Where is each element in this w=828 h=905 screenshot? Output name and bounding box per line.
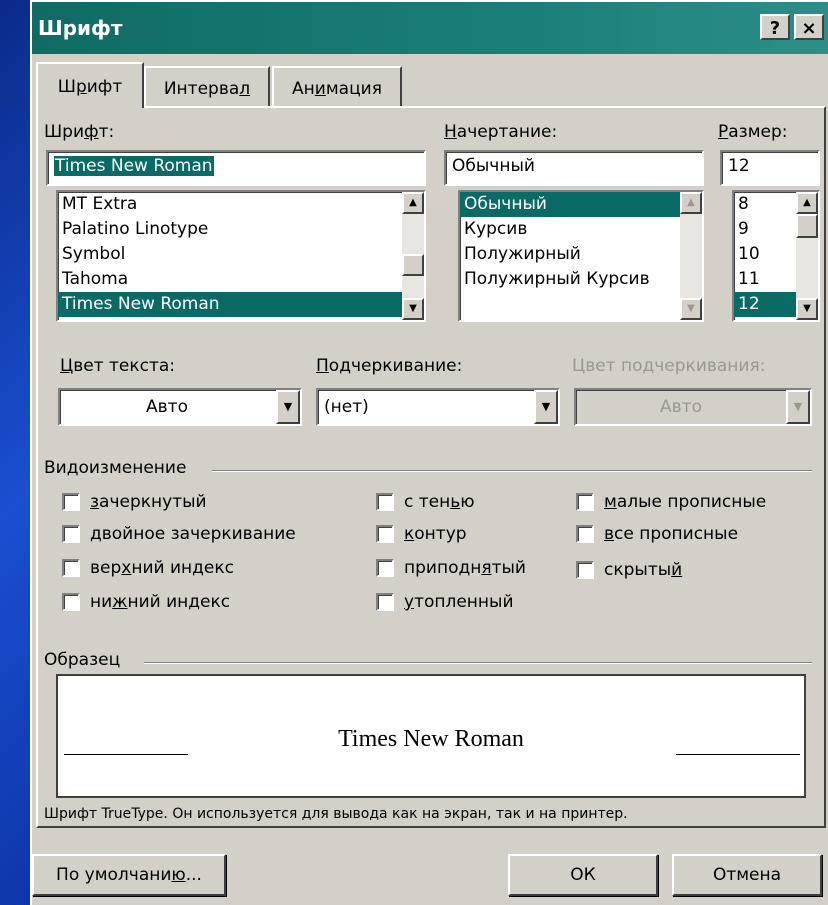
checkbox-box[interactable] bbox=[62, 525, 80, 543]
style-label: Начертание: bbox=[444, 122, 558, 142]
list-item[interactable]: Tahoma bbox=[58, 267, 424, 292]
checkbox-hidden[interactable]: скрытый bbox=[576, 560, 682, 580]
help-button[interactable]: ? bbox=[760, 14, 790, 40]
list-item[interactable]: Times New Roman bbox=[58, 292, 424, 317]
checkbox-shadow[interactable]: с тенью bbox=[376, 492, 475, 512]
scroll-thumb[interactable] bbox=[402, 254, 424, 276]
default-button[interactable]: По умолчанию... bbox=[32, 854, 226, 896]
font-list-scrollbar[interactable]: ▲ ▼ bbox=[402, 192, 424, 320]
scroll-up-icon[interactable]: ▲ bbox=[402, 192, 424, 214]
font-list[interactable]: MT Extra Palatino Linotype Symbol Tahoma Tim… bbox=[56, 190, 426, 322]
list-item[interactable]: Полужирный Курсив bbox=[460, 267, 702, 292]
checkbox-box[interactable] bbox=[62, 593, 80, 611]
tab-animation[interactable]: Анимация bbox=[272, 66, 402, 108]
group-divider bbox=[212, 470, 812, 472]
text-color-label: Цвет текста: bbox=[60, 356, 176, 376]
checkbox-box[interactable] bbox=[376, 525, 394, 543]
dropdown-arrow-icon[interactable]: ▼ bbox=[534, 390, 558, 424]
checkbox-box[interactable] bbox=[62, 493, 80, 511]
underline-label: Подчеркивание: bbox=[316, 356, 463, 376]
checkbox-engrave[interactable]: утопленный bbox=[376, 592, 514, 612]
checkbox-emboss[interactable]: приподнятый bbox=[376, 558, 526, 578]
font-note: Шрифт TrueType. Он используется для выво… bbox=[44, 806, 628, 822]
scroll-down-icon: ▼ bbox=[680, 298, 702, 320]
size-list[interactable]: 8 9 10 11 12 ▲ ▼ bbox=[732, 190, 820, 322]
checkbox-superscript[interactable]: верхний индекс bbox=[62, 558, 234, 578]
checkbox-box[interactable] bbox=[576, 493, 594, 511]
scroll-thumb[interactable] bbox=[796, 214, 818, 238]
baseline-left bbox=[64, 754, 188, 755]
scroll-down-icon[interactable]: ▼ bbox=[796, 298, 818, 320]
checkbox-box[interactable] bbox=[576, 525, 594, 543]
list-item[interactable]: Palatino Linotype bbox=[58, 217, 424, 242]
checkbox-all-caps[interactable]: все прописные bbox=[576, 524, 738, 544]
baseline-right bbox=[676, 754, 800, 755]
dialog-title: Шрифт bbox=[38, 16, 123, 40]
checkbox-box[interactable] bbox=[62, 559, 80, 577]
checkbox-subscript[interactable]: нижний индекс bbox=[62, 592, 230, 612]
size-list-scrollbar[interactable]: ▲ ▼ bbox=[796, 192, 818, 320]
checkbox-small-caps[interactable]: малые прописные bbox=[576, 492, 766, 512]
close-button[interactable]: × bbox=[794, 14, 824, 40]
list-item[interactable]: Обычный bbox=[460, 192, 702, 217]
dropdown-arrow-icon[interactable]: ▼ bbox=[276, 390, 300, 424]
scroll-down-icon[interactable]: ▼ bbox=[402, 298, 424, 320]
font-label: Шрифт: bbox=[44, 122, 115, 142]
font-dialog: Шрифт ? × Шрифт Интервал Анимация Шрифт:… bbox=[30, 0, 828, 905]
font-input[interactable]: Times New Roman bbox=[46, 150, 426, 186]
underline-select[interactable]: (нет) ▼ bbox=[316, 388, 560, 426]
underline-color-select: Авто ▼ bbox=[574, 388, 812, 426]
checkbox-strikethrough[interactable]: зачеркнутый bbox=[62, 492, 207, 512]
tab-font[interactable]: Шрифт bbox=[36, 62, 144, 108]
checkbox-box[interactable] bbox=[376, 593, 394, 611]
list-item[interactable]: Symbol bbox=[58, 242, 424, 267]
checkbox-outline[interactable]: контур bbox=[376, 524, 467, 544]
scroll-up-icon: ▲ bbox=[680, 192, 702, 214]
style-input[interactable]: Обычный bbox=[444, 150, 704, 186]
style-list[interactable]: Обычный Курсив Полужирный Полужирный Курсив… bbox=[458, 190, 704, 322]
style-list-scrollbar: ▲ ▼ bbox=[680, 192, 702, 320]
effects-group-title: Видоизменение bbox=[44, 458, 187, 478]
size-input[interactable]: 12 bbox=[720, 150, 820, 186]
list-item[interactable]: Курсив bbox=[460, 217, 702, 242]
tab-spacing[interactable]: Интервал bbox=[144, 66, 270, 108]
title-bar: Шрифт ? × bbox=[32, 2, 828, 54]
size-label: Размер: bbox=[718, 122, 788, 142]
list-item[interactable]: Полужирный bbox=[460, 242, 702, 267]
checkbox-box[interactable] bbox=[376, 559, 394, 577]
ok-button[interactable]: ОК bbox=[508, 854, 658, 896]
checkbox-box[interactable] bbox=[576, 561, 594, 579]
text-color-select[interactable]: Авто ▼ bbox=[58, 388, 302, 426]
checkbox-box[interactable] bbox=[376, 493, 394, 511]
dropdown-arrow-icon: ▼ bbox=[786, 390, 810, 424]
sample-group-title: Образец bbox=[44, 650, 121, 670]
sample-preview: Times New Roman bbox=[56, 674, 806, 798]
list-item[interactable]: MT Extra bbox=[58, 192, 424, 217]
group-divider bbox=[144, 662, 812, 664]
scroll-up-icon[interactable]: ▲ bbox=[796, 192, 818, 214]
cancel-button[interactable]: Отмена bbox=[672, 854, 822, 896]
underline-color-label: Цвет подчеркивания: bbox=[572, 356, 766, 376]
sample-text: Times New Roman bbox=[338, 726, 524, 752]
checkbox-double-strikethrough[interactable]: двойное зачеркивание bbox=[62, 524, 296, 544]
